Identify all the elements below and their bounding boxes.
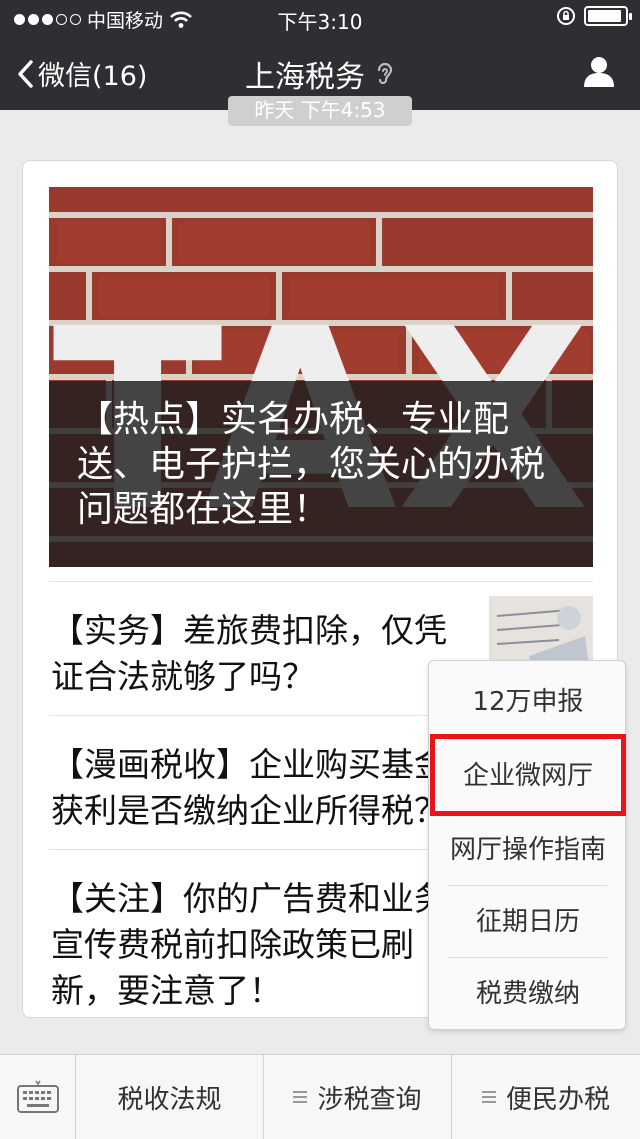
- menu-convenient-services[interactable]: 便民办税: [452, 1055, 640, 1139]
- battery-icon: [584, 6, 632, 26]
- submenu-indicator-icon: [293, 1091, 308, 1103]
- rotation-lock-icon: [557, 7, 575, 25]
- bottom-menu-bar: 税收法规 涉税查询 便民办税: [0, 1054, 640, 1139]
- submenu-item[interactable]: 网厅操作指南: [429, 813, 627, 887]
- menu-label: 涉税查询: [317, 1084, 422, 1115]
- keyboard-toggle-button[interactable]: [0, 1055, 76, 1139]
- message-timestamp: 昨天 下午4:53: [228, 96, 412, 126]
- menu-tax-regulations[interactable]: 税收法规: [76, 1055, 264, 1139]
- person-icon: [584, 57, 614, 87]
- profile-button[interactable]: [582, 54, 616, 92]
- status-bar: 中国移动 下午3:10: [0, 0, 640, 36]
- submenu-item[interactable]: 12万申报: [429, 665, 627, 739]
- page-title: 上海税务: [245, 60, 365, 95]
- keyboard-icon: [16, 1080, 59, 1113]
- menu-label: 便民办税: [505, 1084, 610, 1115]
- menu-tax-inquiry[interactable]: 涉税查询: [264, 1055, 452, 1139]
- submenu-item[interactable]: 征期日历: [429, 885, 627, 959]
- status-time: 下午3:10: [277, 10, 363, 34]
- article-title: 【关注】你的广告费和业务宣传费税前扣除政策已刷新，要注意了！: [51, 879, 447, 1010]
- menu-label: 税收法规: [117, 1084, 222, 1115]
- highlight-box: [430, 734, 626, 816]
- cover-article[interactable]: TAX 【热点】实名办税、专业配送、电子护拦，您关心的办税问题都在这里！: [49, 187, 593, 567]
- article-title: 【漫画税收】企业购买基金获利是否缴纳企业所得税？: [51, 745, 447, 830]
- submenu-indicator-icon: [481, 1091, 496, 1103]
- article-title: 【实务】差旅费扣除，仅凭证合法就够了吗？: [51, 611, 447, 696]
- cover-article-title: 【热点】实名办税、专业配送、电子护拦，您关心的办税问题都在这里！: [49, 381, 593, 567]
- top-bar: 中国移动 下午3:10 微信(16) 上海税务: [0, 0, 640, 110]
- ear-icon: [377, 62, 393, 85]
- submenu-popup: 12万申报 企业微网厅 网厅操作指南 征期日历 税费缴纳: [428, 660, 626, 1030]
- submenu-item[interactable]: 税费缴纳: [429, 957, 627, 1031]
